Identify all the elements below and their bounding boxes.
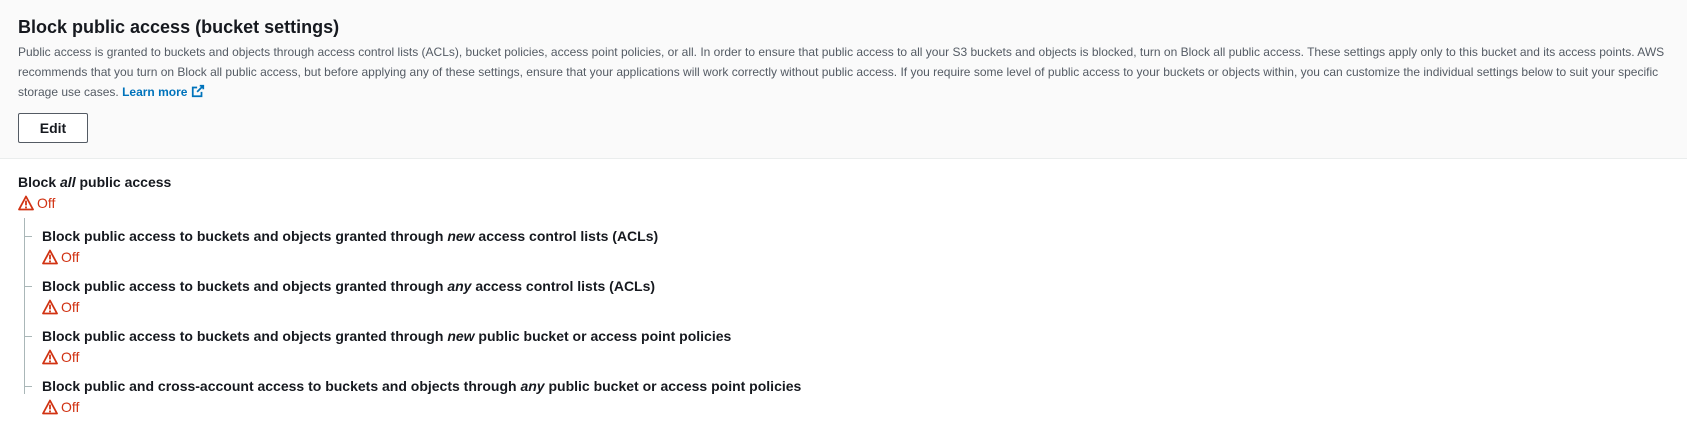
status-text: Off (61, 299, 80, 315)
block-public-access-panel: Block public access (bucket settings) Pu… (0, 0, 1687, 435)
description-text: Public access is granted to buckets and … (18, 45, 1665, 99)
sub-setting-title: Block public and cross-account access to… (42, 377, 1669, 395)
title-emphasis: any (447, 278, 472, 294)
block-all-public-access-title: Block all public access (18, 173, 1669, 191)
edit-button[interactable]: Edit (18, 113, 88, 143)
sub-setting-any-acls: Block public access to buckets and objec… (24, 268, 1669, 318)
title-post: public access (75, 174, 172, 190)
tree-branch (24, 386, 32, 387)
title-post: access control lists (ACLs) (471, 278, 656, 294)
title-post: public bucket or access point policies (544, 378, 802, 394)
tree-branch (24, 236, 32, 237)
panel-description: Public access is granted to buckets and … (18, 42, 1668, 102)
title-post: access control lists (ACLs) (474, 228, 659, 244)
sub-setting-title: Block public access to buckets and objec… (42, 277, 1669, 295)
sub-settings-tree: Block public access to buckets and objec… (24, 218, 1669, 418)
panel-title: Block public access (bucket settings) (18, 17, 340, 37)
warning-icon (42, 249, 58, 265)
warning-icon (18, 195, 34, 211)
title-emphasis: new (447, 228, 475, 244)
warning-icon (42, 399, 58, 415)
sub-setting-new-acls: Block public access to buckets and objec… (24, 218, 1669, 268)
status-badge: Off (42, 298, 1669, 316)
status-text: Off (61, 249, 80, 265)
title-emphasis: all (60, 174, 76, 190)
status-text: Off (61, 399, 80, 415)
warning-icon (42, 349, 58, 365)
status-badge: Off (42, 248, 1669, 266)
status-badge: Off (18, 194, 1669, 212)
title-emphasis: new (447, 328, 475, 344)
status-badge: Off (42, 348, 1669, 366)
title-pre: Block (18, 174, 61, 190)
tree-branch (24, 336, 32, 337)
status-badge: Off (42, 398, 1669, 416)
sub-setting-title: Block public access to buckets and objec… (42, 327, 1669, 345)
sub-setting-title: Block public access to buckets and objec… (42, 227, 1669, 245)
tree-branch (24, 286, 32, 287)
warning-icon (42, 299, 58, 315)
external-link-icon (192, 84, 205, 98)
status-text: Off (61, 349, 80, 365)
title-pre: Block public access to buckets and objec… (42, 228, 448, 244)
title-pre: Block public access to buckets and objec… (42, 278, 448, 294)
sub-setting-any-policies: Block public and cross-account access to… (24, 368, 1669, 418)
learn-more-link[interactable]: Learn more (122, 84, 205, 99)
title-pre: Block public access to buckets and objec… (42, 328, 448, 344)
sub-setting-new-policies: Block public access to buckets and objec… (24, 318, 1669, 368)
status-text: Off (37, 195, 56, 211)
title-pre: Block public and cross-account access to… (42, 378, 521, 394)
panel-header: Block public access (bucket settings) Pu… (0, 0, 1687, 159)
learn-more-label: Learn more (122, 85, 188, 99)
settings-body: Block all public access Off Block public… (0, 159, 1687, 418)
title-emphasis: any (520, 378, 545, 394)
title-post: public bucket or access point policies (474, 328, 732, 344)
